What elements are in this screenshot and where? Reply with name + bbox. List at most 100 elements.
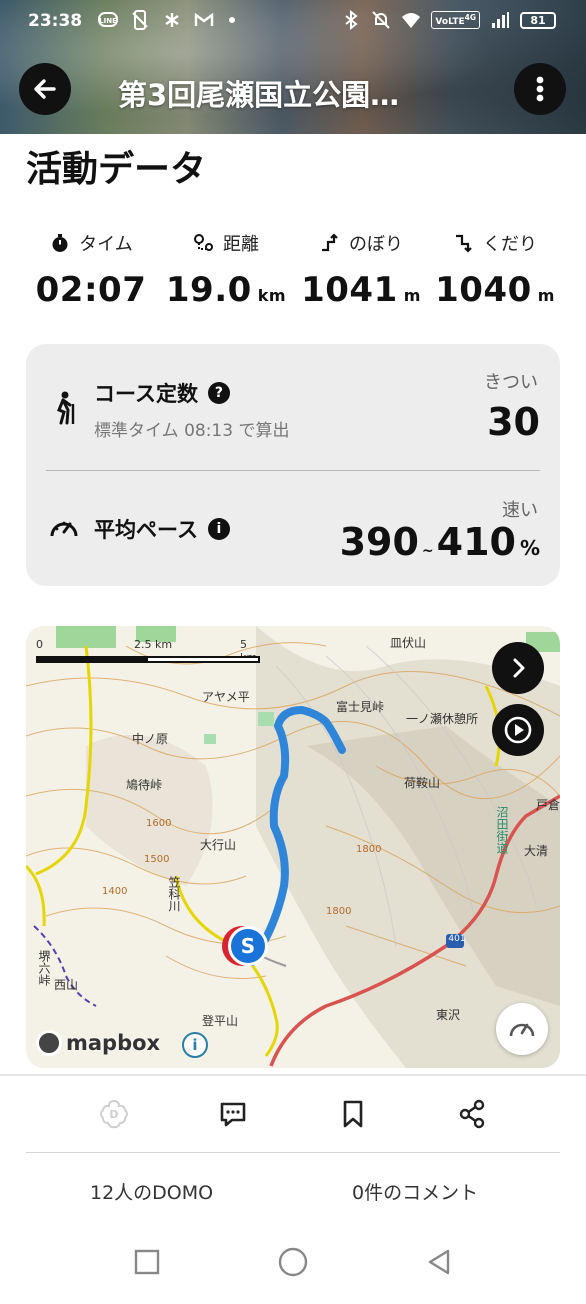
hiker-icon [50, 390, 80, 426]
stat-ascent-value: 1041 [301, 270, 398, 310]
contour-label: 1800 [326, 906, 352, 917]
action-bar-separator [0, 1074, 586, 1076]
average-pace-title-row: 平均ペース i [94, 514, 230, 544]
system-navigation-bar [0, 1222, 586, 1304]
share-icon [459, 1099, 485, 1129]
status-time: 23:38 [28, 11, 83, 31]
page-title: 第3回尾瀬国立公園… [118, 78, 400, 112]
pace-range-high: 410 [436, 520, 516, 564]
stat-distance-value: 19.0 [165, 270, 252, 310]
line-app-icon: LINE [98, 10, 118, 30]
stat-ascent-unit: m [403, 286, 421, 305]
map-play-button[interactable] [492, 704, 544, 756]
card-divider [46, 470, 540, 471]
scale-label-0: 0 [36, 638, 43, 651]
gmail-icon [194, 10, 214, 30]
map-label-place: 戸倉 [536, 798, 560, 812]
pace-speed-label: 速い [502, 500, 538, 521]
stat-descent-value: 1040 [435, 270, 532, 310]
course-rating-subtitle: 標準タイム 08:13 で算出 [94, 421, 290, 441]
stat-time: タイム 02:07 [26, 226, 156, 310]
map-label-place: 鳩待峠 [126, 778, 163, 792]
course-difficulty-label: きつい [484, 372, 538, 393]
share-button[interactable] [452, 1094, 492, 1134]
stat-ascent-label: のぼり [349, 234, 403, 255]
more-options-button[interactable] [514, 63, 566, 115]
start-marker[interactable]: S [228, 926, 268, 966]
more-vertical-icon [536, 76, 544, 102]
average-pace-range: 390 ~410% [340, 520, 540, 564]
stat-descent-label: くだり [483, 234, 537, 255]
map-label-place: 大清 [524, 844, 549, 858]
domo-flower-icon: D [100, 1099, 128, 1129]
map-label-place: 笠科川 [167, 876, 181, 912]
average-pace-title: 平均ペース [94, 518, 198, 542]
map-label-place: 東沢 [436, 1008, 461, 1022]
map-speed-button[interactable] [496, 1003, 548, 1055]
square-icon [134, 1249, 160, 1275]
course-rating-help-icon[interactable]: ? [207, 382, 230, 404]
pace-range-low: 390 [339, 520, 419, 564]
scale-bar [36, 656, 260, 663]
battery-indicator: 81 [520, 11, 556, 29]
scale-label-mid: 2.5 km [134, 638, 173, 651]
stat-time-label: タイム [79, 234, 133, 255]
comment-button[interactable] [213, 1094, 253, 1134]
signal-icon [490, 10, 510, 30]
domo-count-link[interactable]: 12人のDOMO [90, 1178, 213, 1205]
mute-icon [371, 10, 391, 30]
stat-distance-unit: km [257, 286, 287, 305]
phone-notification-icon [130, 10, 150, 30]
descent-icon [456, 234, 472, 253]
system-back-button[interactable] [420, 1242, 460, 1282]
contour-label: 1800 [356, 844, 382, 855]
volte-indicator: VoLTE4G [431, 11, 480, 29]
pace-range-separator: ~ [421, 543, 434, 559]
header-banner: 23:38 LINE VoLTE4G 81 第3回尾瀬国立公園… [0, 0, 586, 134]
speedometer-icon [509, 1023, 535, 1037]
stopwatch-icon [52, 234, 68, 252]
map-label-place: 沼田街道 [495, 806, 509, 854]
route-map[interactable]: 0 2.5 km 5 km 皿伏山 アヤメ平 富士見峠 一ノ瀬休憩所 中ノ原 鳩… [26, 626, 560, 1068]
counts-divider [26, 1152, 560, 1153]
play-circle-icon [504, 716, 532, 744]
course-rating-title-row: コース定数 ? [94, 378, 230, 408]
map-label-place: 一ノ瀬休憩所 [406, 712, 479, 726]
map-label-place: 大行山 [200, 838, 237, 852]
mapbox-logo: mapbox [36, 1030, 160, 1056]
map-label-place: アヤメ平 [202, 690, 250, 704]
contour-label: 1500 [144, 854, 170, 865]
domo-button[interactable]: D [94, 1094, 134, 1134]
wifi-icon [401, 10, 421, 30]
map-label-place: 西山 [54, 978, 79, 992]
stat-descent-unit: m [537, 286, 555, 305]
map-terrain [26, 626, 560, 1068]
contour-label: 1600 [146, 818, 172, 829]
circle-icon [278, 1247, 308, 1277]
stat-distance: 距離 19.0 km [161, 226, 291, 310]
status-system-icons: VoLTE4G 81 [341, 10, 556, 30]
recent-apps-button[interactable] [127, 1242, 167, 1282]
home-button[interactable] [273, 1242, 313, 1282]
stat-distance-label: 距離 [223, 234, 259, 255]
map-attribution-info-button[interactable]: i [182, 1032, 208, 1058]
course-rating-title: コース定数 [94, 382, 198, 406]
bookmark-icon [343, 1100, 363, 1128]
map-label-place: 皿伏山 [390, 636, 427, 650]
map-label-place: 富士見峠 [336, 700, 385, 714]
svg-text:LINE: LINE [99, 17, 117, 25]
average-pace-info-icon[interactable]: i [207, 518, 230, 540]
bluetooth-icon [341, 10, 361, 30]
map-label-place: 登平山 [202, 1014, 239, 1028]
map-expand-button[interactable] [492, 642, 544, 694]
contour-label: 1400 [102, 886, 128, 897]
status-notification-icons: LINE [98, 10, 246, 30]
comment-count-link[interactable]: 0件のコメント [352, 1178, 478, 1205]
triangle-back-icon [428, 1249, 450, 1275]
back-button[interactable] [19, 63, 71, 115]
mapbox-logo-icon [36, 1030, 62, 1056]
bookmark-button[interactable] [333, 1094, 373, 1134]
map-scale: 0 2.5 km 5 km [36, 632, 266, 666]
stat-ascent: のぼり 1041 m [296, 226, 426, 310]
comment-icon [220, 1102, 246, 1127]
